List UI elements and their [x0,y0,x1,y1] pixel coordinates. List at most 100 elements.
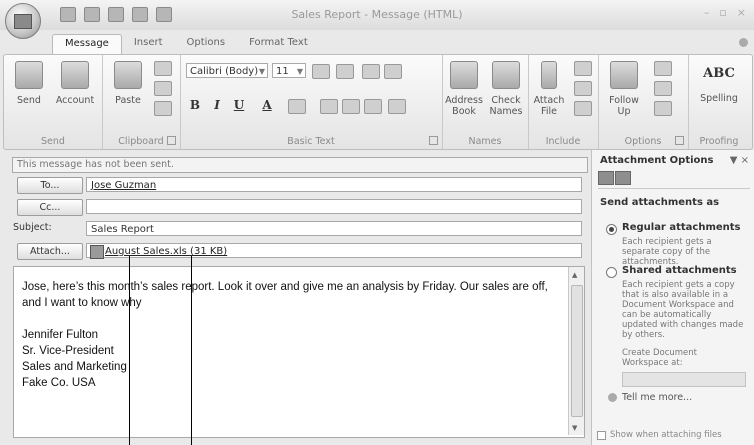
increase-indent-icon[interactable] [384,64,402,79]
styles-icon[interactable] [388,99,406,114]
shared-attachments-desc: Each recipient gets a copy that is also … [622,280,744,340]
align-right-icon[interactable] [364,99,382,114]
paste-icon [114,61,142,89]
spelling-button[interactable]: ABC Spelling [692,61,746,104]
group-options: Follow Up Options [598,55,689,149]
forward-icon[interactable] [615,171,631,185]
help-icon[interactable] [739,38,748,47]
follow-up-button[interactable]: Follow Up [604,61,644,117]
show-when-attaching-checkbox[interactable]: Show when attaching files [597,430,722,440]
underline-button[interactable]: U [230,97,248,114]
group-send: Send Account Send [4,55,103,149]
tab-message[interactable]: Message [52,34,122,54]
address-book-button[interactable]: Address Book [444,61,484,117]
redo-icon[interactable] [108,7,124,22]
cc-field[interactable] [86,199,582,214]
message-body[interactable]: Jose, here’s this month’s sales report. … [13,266,585,438]
to-button[interactable]: To... [17,177,83,194]
bullets-icon[interactable] [312,64,330,79]
callout-line [129,256,130,445]
send-button[interactable]: Send [8,61,50,106]
font-size-select[interactable]: 11 ▼ [272,63,306,78]
scroll-down-icon[interactable]: ▼ [572,424,577,432]
font-color-button[interactable]: A [258,97,276,114]
subject-field[interactable]: Sales Report [86,221,582,236]
decrease-indent-icon[interactable] [362,64,380,79]
account-button[interactable]: Account [52,61,98,106]
back-icon[interactable] [598,171,614,185]
send-label: Send [17,95,41,106]
tab-insert[interactable]: Insert [122,34,175,54]
info-bar: This message has not been sent. [12,157,588,173]
tell-me-more-link[interactable]: Tell me more... [608,392,693,403]
align-center-icon[interactable] [342,99,360,114]
up-arrow-icon[interactable] [132,7,148,22]
numbering-icon[interactable] [336,64,354,79]
signature-icon[interactable] [574,101,592,116]
body-line: Sales and Marketing [22,361,127,373]
tell-me-more-label: Tell me more... [622,392,693,403]
basic-text-launcher-icon[interactable] [429,136,438,145]
scroll-up-icon[interactable]: ▲ [572,271,577,279]
workspace-input[interactable] [622,372,746,387]
body-line: Jennifer Fulton [22,329,99,341]
copy-icon[interactable] [154,81,172,96]
business-card-icon[interactable] [574,81,592,96]
pane-title: Attachment Options [600,155,714,166]
font-size-value: 11 [276,66,289,77]
callout-line [191,256,192,445]
font-name-select[interactable]: Calibri (Body) ▼ [186,63,268,78]
undo-icon[interactable] [84,7,100,22]
clipboard-launcher-icon[interactable] [167,136,176,145]
format-painter-icon[interactable] [154,101,172,116]
regular-attachments-radio[interactable] [606,224,617,235]
pane-close-icon[interactable]: ▼ × [730,155,749,166]
down-arrow-icon[interactable] [156,7,172,22]
help-icon [608,393,617,402]
highlight-icon[interactable] [288,99,306,114]
account-icon [61,61,89,89]
to-field[interactable]: Jose Guzman [86,177,582,192]
save-icon[interactable] [60,7,76,22]
italic-button[interactable]: I [208,97,226,114]
chevron-down-icon: ▼ [296,67,303,76]
group-label-include: Include [545,136,581,147]
minimize-button[interactable]: – [704,6,710,19]
attachment-link[interactable]: August Sales.xls (31 KB) [105,246,227,257]
attachment-field[interactable]: August Sales.xls (31 KB) [86,243,582,259]
low-importance-icon[interactable] [654,101,672,116]
group-label-proofing: Proofing [699,136,739,147]
high-importance-icon[interactable] [654,81,672,96]
scroll-thumb[interactable] [571,285,583,417]
pane-nav [598,171,632,185]
check-names-button[interactable]: Check Names [486,61,526,117]
permission-icon[interactable] [654,61,672,76]
office-button[interactable] [5,3,41,39]
shared-attachments-radio[interactable] [606,267,617,278]
vertical-scrollbar[interactable]: ▲ ▼ [568,267,584,435]
shared-attachments-label[interactable]: Shared attachments [622,265,737,276]
paste-button[interactable]: Paste [108,61,148,106]
maximize-button[interactable]: ▫ [719,6,726,19]
bold-button[interactable]: B [186,97,204,114]
close-button[interactable]: × [737,6,746,19]
tab-format-text[interactable]: Format Text [237,34,320,54]
send-attachments-heading: Send attachments as [600,197,720,208]
attach-button[interactable]: Attach... [17,243,83,260]
excel-file-icon [90,245,104,259]
attach-item-icon[interactable] [574,61,592,76]
cut-icon[interactable] [154,61,172,76]
checkbox-box[interactable] [597,431,606,440]
chevron-down-icon: ▼ [258,67,265,76]
attach-file-button[interactable]: Attach File [532,61,566,117]
align-left-icon[interactable] [320,99,338,114]
to-recipient[interactable]: Jose Guzman [91,180,156,191]
regular-attachments-label[interactable]: Regular attachments [622,222,741,233]
title-bar: Sales Report - Message (HTML) – ▫ × [0,0,754,30]
options-launcher-icon[interactable] [675,136,684,145]
regular-attachments-desc: Each recipient gets a separate copy of t… [622,237,712,267]
group-label-send: Send [41,136,65,147]
tab-options[interactable]: Options [175,34,238,54]
cc-button[interactable]: Cc... [17,199,83,216]
group-include: Attach File Include [528,55,599,149]
